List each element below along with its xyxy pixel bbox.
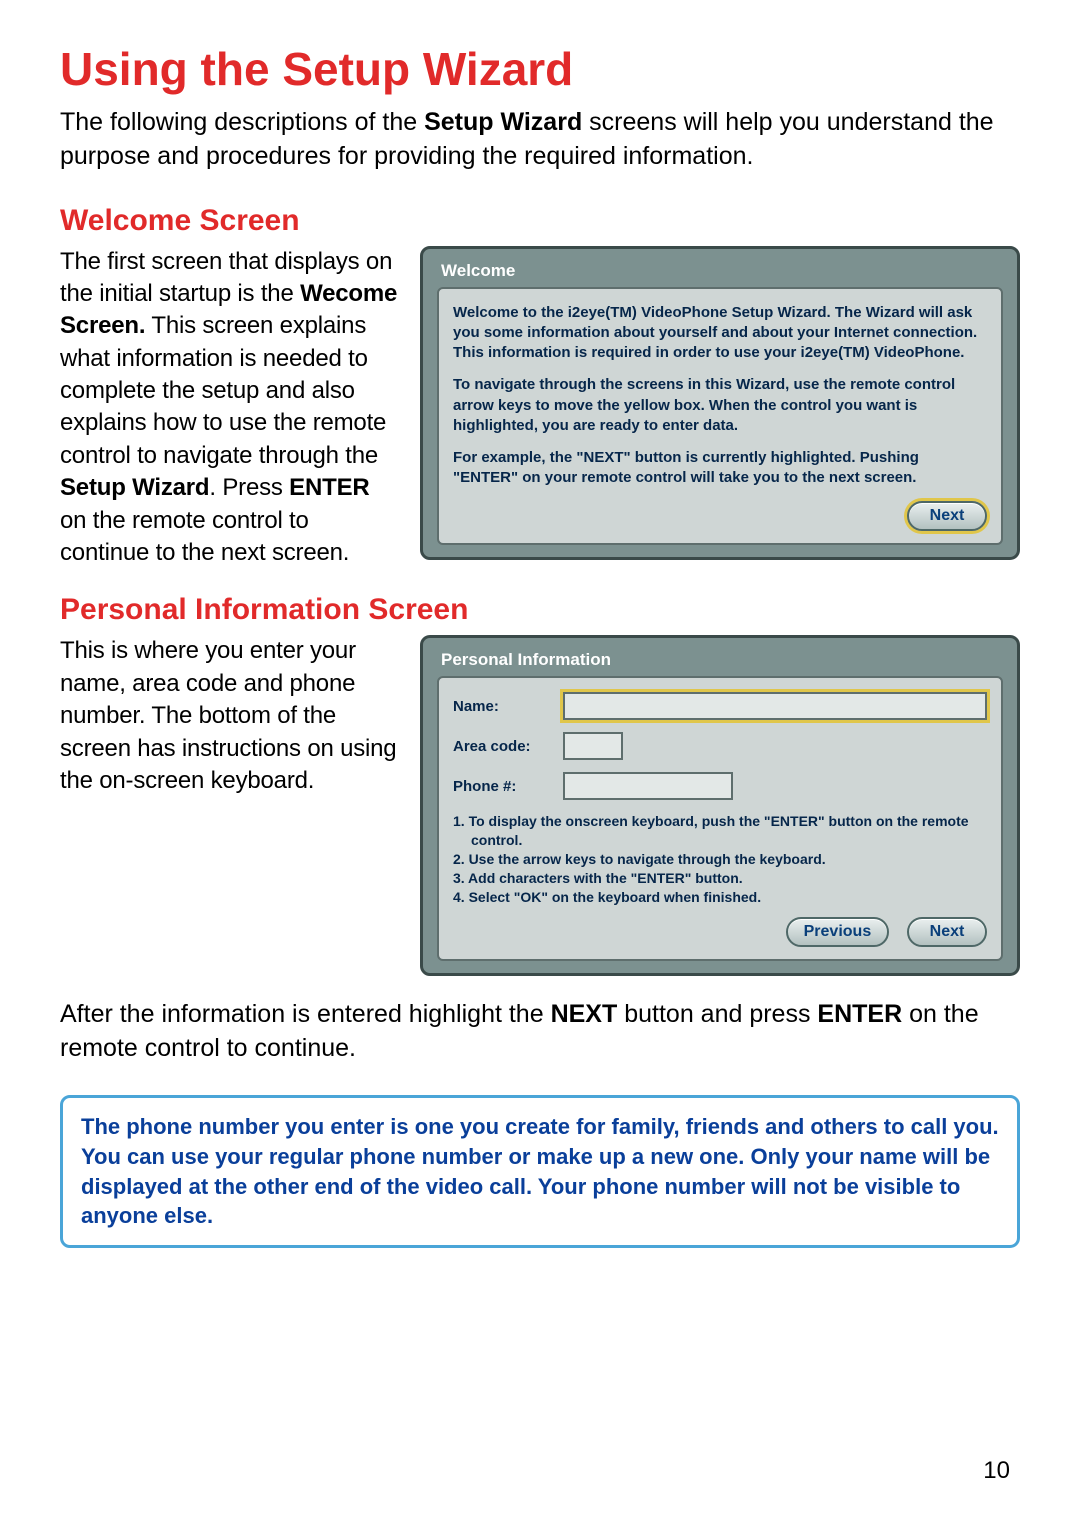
instruction-4: 4. Select "OK" on the keyboard when fini… bbox=[453, 888, 987, 907]
personal-description: This is where you enter your name, area … bbox=[60, 635, 400, 797]
intro-paragraph: The following descriptions of the Setup … bbox=[60, 106, 1020, 174]
after-paragraph: After the information is entered highlig… bbox=[60, 998, 1020, 1066]
instruction-2: 2. Use the arrow keys to navigate throug… bbox=[453, 850, 987, 869]
personal-button-row: Previous Next bbox=[453, 917, 987, 947]
previous-button[interactable]: Previous bbox=[786, 917, 890, 947]
personal-window-body: Name: Area code: Phone #: 1. To display … bbox=[437, 676, 1003, 960]
welcome-paragraph-1: Welcome to the i2eye(TM) VideoPhone Setu… bbox=[453, 303, 987, 364]
label-name: Name: bbox=[453, 698, 553, 715]
personal-window: Personal Information Name: Area code: Ph… bbox=[420, 635, 1020, 975]
welcome-button-row: Next bbox=[453, 501, 987, 531]
form-row-phone: Phone #: bbox=[453, 772, 987, 800]
callout-box: The phone number you enter is one you cr… bbox=[60, 1095, 1020, 1248]
welcome-window-body: Welcome to the i2eye(TM) VideoPhone Setu… bbox=[437, 287, 1003, 545]
page-number: 10 bbox=[983, 1457, 1010, 1485]
personal-row: This is where you enter your name, area … bbox=[60, 635, 1020, 975]
welcome-screenshot: Welcome Welcome to the i2eye(TM) VideoPh… bbox=[420, 246, 1020, 560]
text: . Press bbox=[209, 474, 289, 501]
areacode-field[interactable] bbox=[563, 732, 623, 760]
instruction-3: 3. Add characters with the "ENTER" butto… bbox=[453, 869, 987, 888]
text-bold: Setup Wizard bbox=[424, 108, 582, 136]
text-bold: Setup Wizard bbox=[60, 474, 209, 501]
welcome-description: The first screen that displays on the in… bbox=[60, 246, 400, 570]
form-row-areacode: Area code: bbox=[453, 732, 987, 760]
text-bold: NEXT bbox=[551, 1000, 618, 1028]
personal-screenshot: Personal Information Name: Area code: Ph… bbox=[420, 635, 1020, 975]
welcome-paragraph-2: To navigate through the screens in this … bbox=[453, 375, 987, 436]
welcome-paragraph-3: For example, the "NEXT" button is curren… bbox=[453, 448, 987, 489]
text-bold: ENTER bbox=[289, 474, 369, 501]
label-phone: Phone #: bbox=[453, 778, 553, 795]
label-areacode: Area code: bbox=[453, 738, 553, 755]
text: on the remote control to continue to the… bbox=[60, 507, 349, 566]
text: The following descriptions of the bbox=[60, 108, 424, 136]
instruction-list: 1. To display the onscreen keyboard, pus… bbox=[453, 812, 987, 906]
form-row-name: Name: bbox=[453, 692, 987, 720]
section-heading-personal: Personal Information Screen bbox=[60, 593, 1020, 627]
welcome-row: The first screen that displays on the in… bbox=[60, 246, 1020, 570]
next-button[interactable]: Next bbox=[907, 917, 987, 947]
text: After the information is entered highlig… bbox=[60, 1000, 551, 1028]
welcome-window-title: Welcome bbox=[437, 259, 1003, 287]
next-button[interactable]: Next bbox=[907, 501, 987, 531]
welcome-window: Welcome Welcome to the i2eye(TM) VideoPh… bbox=[420, 246, 1020, 560]
page-title: Using the Setup Wizard bbox=[60, 42, 1020, 96]
text-bold: ENTER bbox=[817, 1000, 902, 1028]
instruction-1: 1. To display the onscreen keyboard, pus… bbox=[453, 812, 987, 850]
name-field[interactable] bbox=[563, 692, 987, 720]
section-heading-welcome: Welcome Screen bbox=[60, 204, 1020, 238]
personal-window-title: Personal Information bbox=[437, 648, 1003, 676]
phone-field[interactable] bbox=[563, 772, 733, 800]
text: button and press bbox=[617, 1000, 817, 1028]
